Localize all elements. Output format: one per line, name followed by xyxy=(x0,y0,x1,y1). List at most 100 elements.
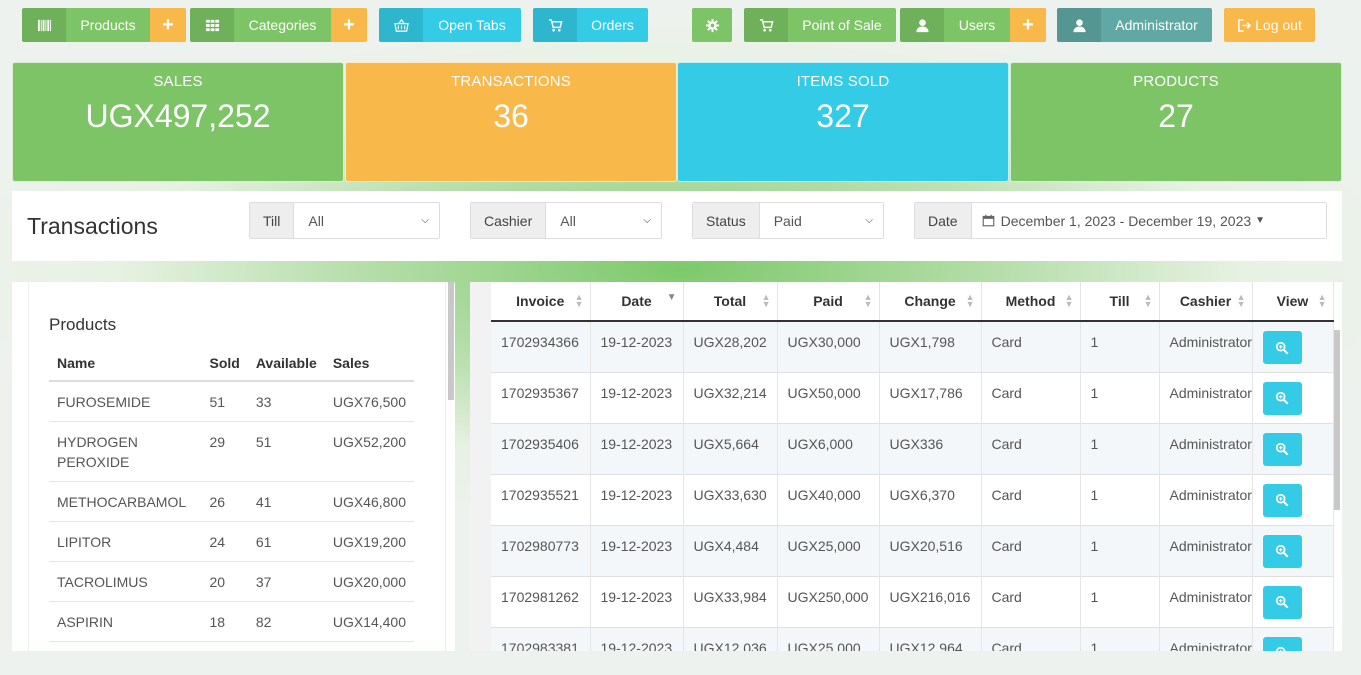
date-range-value: December 1, 2023 - December 19, 2023 xyxy=(1000,212,1252,229)
column-header-sortable[interactable]: Date ▼ xyxy=(590,282,684,322)
table-row: LIPITOR 24 61 UGX19,200 xyxy=(49,521,414,562)
logout-button[interactable]: Log out xyxy=(1224,8,1315,42)
zoom-in-icon xyxy=(1275,391,1289,405)
transactions-filter-bar: Transactions Till All ⌵ Cashier All ⌵ St… xyxy=(12,191,1342,261)
cashier-filter: Cashier All ⌵ xyxy=(470,202,662,239)
administrator-button[interactable]: Administrator xyxy=(1057,8,1212,42)
table-row: 1702980773 19-12-2023 UGX4,484 UGX25,000 UGX… xyxy=(491,524,1334,576)
table-cell: 1 xyxy=(1080,524,1160,576)
users-button[interactable]: Users + xyxy=(900,8,1046,42)
table-cell: Card xyxy=(981,626,1081,651)
view-transaction-button[interactable] xyxy=(1262,636,1302,651)
cashier-select[interactable]: All ⌵ xyxy=(546,203,661,238)
table-cell: UGX6,000 xyxy=(777,422,880,474)
chevron-down-icon: ⌵ xyxy=(865,215,873,226)
sort-icon: ▲ ▼ xyxy=(965,292,975,309)
column-header-sortable[interactable]: Method ▲ ▼ xyxy=(981,282,1081,322)
view-transaction-button[interactable] xyxy=(1262,534,1302,568)
column-header-label: Method xyxy=(1005,293,1056,309)
table-cell: Card xyxy=(981,575,1081,627)
table-cell: UGX33,630 xyxy=(683,473,778,525)
table-cell: UGX52,200 xyxy=(324,421,414,482)
column-header-sortable[interactable]: Total ▲ ▼ xyxy=(683,282,778,322)
table-cell: 19-12-2023 xyxy=(590,575,684,627)
column-header-sortable[interactable]: Change ▲ ▼ xyxy=(879,282,982,322)
table-row: FLUCONAZOLE1655UGX12,800 xyxy=(49,641,414,651)
till-select[interactable]: All ⌵ xyxy=(294,203,439,238)
column-header-label: Change xyxy=(904,293,956,309)
logout-icon xyxy=(1237,18,1252,33)
products-card: PRODUCTS 27 xyxy=(1010,62,1342,182)
table-cell: 1702980773 xyxy=(491,524,591,576)
table-cell: ASPIRIN xyxy=(49,601,202,642)
column-header: Sales xyxy=(324,346,414,382)
column-header-sortable[interactable]: Paid ▲ ▼ xyxy=(777,282,880,322)
status-select[interactable]: Paid ⌵ xyxy=(759,203,883,238)
open-tabs-button[interactable]: Open Tabs xyxy=(379,8,521,42)
date-label: Date xyxy=(915,203,972,238)
transactions-scrollbar[interactable] xyxy=(1334,330,1340,510)
view-transaction-button[interactable] xyxy=(1262,483,1302,517)
table-cell: Administrator xyxy=(1159,473,1253,525)
view-transaction-button[interactable] xyxy=(1262,381,1302,415)
zoom-in-icon xyxy=(1275,595,1289,609)
sort-icon: ▲ ▼ xyxy=(1236,292,1246,309)
table-cell: Administrator xyxy=(1159,575,1253,627)
view-transaction-button[interactable] xyxy=(1262,432,1302,466)
till-label: Till xyxy=(250,203,295,238)
administrator-label: Administrator xyxy=(1115,17,1198,33)
products-label: Products xyxy=(80,17,136,33)
table-cell: 16 xyxy=(201,641,248,651)
page-title: Transactions xyxy=(27,213,158,239)
column-header-sortable[interactable]: View ▲ ▼ xyxy=(1252,282,1334,322)
add-product-button[interactable]: + xyxy=(150,8,186,42)
products-summary-inner: Products Name Sold Available Sales FUROS… xyxy=(28,282,446,651)
point-of-sale-button[interactable]: Point of Sale xyxy=(744,8,896,42)
settings-button[interactable] xyxy=(692,8,732,42)
view-transaction-button[interactable] xyxy=(1262,585,1302,619)
column-header-sortable[interactable]: Invoice ▲ ▼ xyxy=(491,282,591,322)
table-cell: 20 xyxy=(201,561,248,602)
chevron-down-icon: ⌵ xyxy=(643,215,651,226)
products-summary-panel: Products Name Sold Available Sales FUROS… xyxy=(12,282,455,651)
table-cell: 1 xyxy=(1080,371,1160,423)
till-value: All xyxy=(308,212,324,229)
products-button[interactable]: Products + xyxy=(22,8,186,42)
point-of-sale-label: Point of Sale xyxy=(802,17,882,33)
categories-button[interactable]: Categories + xyxy=(190,8,367,42)
table-cell: FUROSEMIDE xyxy=(49,380,202,422)
sales-value: UGX497,252 xyxy=(85,98,271,134)
table-cell: 1 xyxy=(1080,575,1160,627)
view-transaction-button[interactable] xyxy=(1262,331,1302,364)
table-cell: UGX25,000 xyxy=(777,524,880,576)
table-cell: 19-12-2023 xyxy=(590,473,684,525)
table-cell: 41 xyxy=(247,481,325,522)
table-cell: 19-12-2023 xyxy=(590,320,684,372)
sort-icon: ▲ ▼ xyxy=(1317,292,1327,309)
products-scrollbar[interactable] xyxy=(448,282,454,400)
gear-icon xyxy=(692,8,732,42)
column-header-sortable[interactable]: Till ▲ ▼ xyxy=(1080,282,1160,322)
column-header-sortable[interactable]: Cashier ▲ ▼ xyxy=(1159,282,1253,322)
products-panel-title: Products xyxy=(49,315,117,334)
table-cell: 55 xyxy=(247,641,325,651)
view-cell xyxy=(1252,473,1334,525)
date-filter: Date December 1, 2023 - December 19, 202… xyxy=(914,202,1327,239)
table-cell: 1702981262 xyxy=(491,575,591,627)
table-cell: 19-12-2023 xyxy=(590,371,684,423)
table-cell: 1 xyxy=(1080,422,1160,474)
date-range-picker[interactable]: December 1, 2023 - December 19, 2023 ▼ xyxy=(971,203,1326,238)
sort-icon: ▲ ▼ xyxy=(863,292,873,309)
table-cell: UGX50,000 xyxy=(777,371,880,423)
table-cell: 19-12-2023 xyxy=(590,626,684,651)
products-title: PRODUCTS xyxy=(1133,73,1219,90)
sales-title: SALES xyxy=(153,73,203,90)
products-summary-table: Name Sold Available Sales FUROSEMIDE 51 33… xyxy=(49,346,414,651)
orders-button[interactable]: Orders xyxy=(533,8,648,42)
table-cell: UGX40,000 xyxy=(777,473,880,525)
table-row: FUROSEMIDE 51 33 UGX76,500 xyxy=(49,380,414,422)
top-navigation: Products + Categories + Open Tabs Orders… xyxy=(22,8,1342,42)
add-category-button[interactable]: + xyxy=(331,8,367,42)
column-header: Available xyxy=(247,346,325,382)
add-user-button[interactable]: + xyxy=(1010,8,1046,42)
